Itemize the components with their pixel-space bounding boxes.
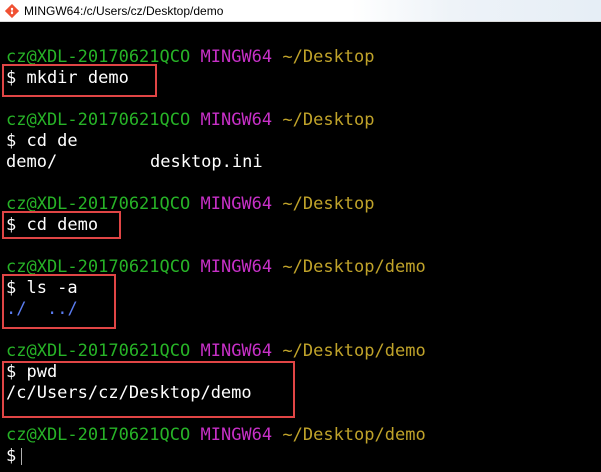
window-title: MINGW64:/c/Users/cz/Desktop/demo — [24, 4, 224, 18]
prompt-msystem: MINGW64 — [200, 194, 273, 214]
command-text: $ cd de — [6, 131, 78, 151]
prompt-path: ~/Desktop/demo — [282, 341, 426, 361]
prompt-msystem: MINGW64 — [200, 425, 273, 445]
prompt-path: ~/Desktop/demo — [282, 257, 426, 277]
completion-output: demo/desktop.ini — [6, 152, 263, 173]
prompt-path: ~/Desktop/demo — [282, 425, 426, 445]
prompt-msystem: MINGW64 — [200, 110, 273, 130]
terminal-window: MINGW64:/c/Users/cz/Desktop/demo cz@XDL-… — [0, 0, 601, 472]
prompt-path: ~/Desktop — [282, 110, 375, 130]
command-line: $ cd de — [6, 131, 78, 152]
prompt-msystem: MINGW64 — [200, 47, 273, 67]
text-cursor — [21, 447, 23, 465]
git-bash-icon — [5, 4, 19, 18]
prompt-user: cz@XDL-20170621QCO — [6, 110, 191, 130]
title-bar-background — [351, 0, 601, 21]
completion-item: desktop.ini — [150, 152, 263, 172]
prompt-msystem: MINGW64 — [200, 341, 273, 361]
highlight-box — [2, 361, 295, 418]
prompt-msystem: MINGW64 — [200, 257, 273, 277]
highlight-box — [2, 211, 121, 239]
highlight-box — [2, 64, 157, 97]
prompt-user: cz@XDL-20170621QCO — [6, 341, 191, 361]
highlight-box — [2, 274, 116, 329]
prompt-line: cz@XDL-20170621QCO MINGW64 ~/Desktop — [6, 110, 375, 131]
prompt-line: cz@XDL-20170621QCO MINGW64 ~/Desktop/dem… — [6, 425, 426, 446]
command-line[interactable]: $ — [6, 446, 23, 467]
prompt-path: ~/Desktop — [282, 194, 375, 214]
terminal-output[interactable]: cz@XDL-20170621QCO MINGW64 ~/Desktop $ m… — [0, 22, 601, 472]
prompt-user: cz@XDL-20170621QCO — [6, 425, 191, 445]
title-bar[interactable]: MINGW64:/c/Users/cz/Desktop/demo — [0, 0, 601, 22]
completion-item: demo/ — [6, 152, 58, 172]
prompt-path: ~/Desktop — [282, 47, 375, 67]
prompt-line: cz@XDL-20170621QCO MINGW64 ~/Desktop/dem… — [6, 341, 426, 362]
command-text: $ — [6, 446, 17, 466]
